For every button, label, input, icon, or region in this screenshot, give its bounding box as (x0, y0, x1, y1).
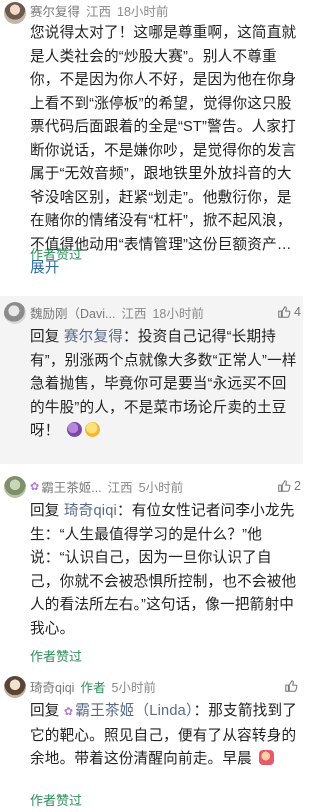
comment-time: 18小时前 (152, 306, 204, 321)
reply-prefix: 回复 (30, 329, 60, 345)
flower-icon: ✿ (30, 480, 40, 493)
emoji-icon (66, 422, 82, 437)
commenter-location: 江西 (107, 480, 133, 495)
emoji-icon (84, 422, 100, 437)
comment-time: 5小时前 (111, 680, 156, 695)
thumb-up-icon (285, 680, 298, 692)
author-liked-label: 作者赞过 (30, 649, 83, 664)
flower-icon: ✿ (63, 706, 74, 718)
comment-1: 赛尔复得 江西 18小时前 您说得太对了！这哪是尊重啊，这简直就是人类社会的“炒… (0, 0, 303, 276)
thumb-up-icon (278, 480, 291, 492)
comment-header: 琦奇qiqi 作者 5小时前 (30, 676, 299, 696)
comment-3: ✿ 霸王茶姬... 江西 5小时前 2 回复 琦奇qiqi：有位女性记者问李小龙… (0, 470, 303, 670)
reply-to-user[interactable]: 赛尔复得 (64, 329, 123, 345)
comment-text[interactable]: 回复 赛尔复得：投资自己记得“长期持有”，别涨两个点就像大多数“正常人”一样急着… (30, 326, 300, 444)
like-button[interactable]: 4 (277, 305, 301, 319)
emoji-icon (259, 750, 275, 765)
author-liked-label: 作者赞过 (30, 793, 83, 808)
comment-time: 5小时前 (138, 480, 184, 495)
reply-to-user-suffix: （Linda） (134, 703, 194, 719)
like-button[interactable]: 2 (277, 479, 301, 493)
comment-text[interactable]: 您说得太对了！这哪是尊重啊，这简直就是人类社会的“炒股大赛”。别人不尊重你，不是… (30, 22, 300, 281)
like-count: 4 (294, 305, 301, 319)
comment-text[interactable]: 回复 ✿ 霸王茶姬（Linda）：那支箭找到了它的靶心。照见自己，便有了从容转身的… (30, 700, 300, 772)
like-button[interactable] (284, 679, 301, 693)
thumb-up-icon (278, 306, 291, 318)
reply-prefix: 回复 (30, 703, 60, 719)
commenter-location: 江西 (86, 4, 112, 19)
comment-content: ：有位女性记者问李小龙先生：“人生最值得学习的是什么？”他说：“认识自己，因为一… (30, 503, 297, 637)
comment-text[interactable]: 回复 琦奇qiqi：有位女性记者问李小龙先生：“人生最值得学习的是什么？”他说：… (30, 500, 300, 641)
reply-prefix: 回复 (30, 503, 60, 519)
reply-to-user[interactable]: 琦奇qiqi (64, 503, 117, 519)
comment-time: 18小时前 (117, 4, 169, 19)
comment-header: 赛尔复得 江西 18小时前 (30, 0, 299, 20)
commenter-name[interactable]: 魏励刚（Davi... (30, 303, 115, 322)
commenter-name[interactable]: 琦奇qiqi (30, 677, 74, 696)
commenter-name[interactable]: 霸王茶姬... (41, 477, 101, 496)
like-count: 2 (294, 479, 301, 493)
author-liked-label: 作者赞过 (30, 247, 83, 262)
avatar[interactable] (4, 302, 26, 324)
commenter-name[interactable]: 赛尔复得 (30, 1, 80, 20)
comment-content: 您说得太对了！这哪是尊重啊，这简直就是人类社会的“炒股大赛”。别人不尊重你，不是… (30, 25, 297, 253)
comment-header: ✿ 霸王茶姬... 江西 5小时前 (30, 476, 299, 496)
author-badge: 作者 (80, 680, 106, 695)
comment-4: 琦奇qiqi 作者 5小时前 回复 ✿ 霸王茶姬（Linda）：那支箭找到了它的靶… (0, 670, 303, 812)
avatar[interactable] (4, 2, 26, 24)
commenter-location: 江西 (121, 306, 147, 321)
avatar[interactable] (4, 676, 26, 698)
avatar[interactable] (4, 476, 26, 498)
reply-to-user[interactable]: 霸王茶姬 (75, 703, 134, 719)
comment-header: 魏励刚（Davi... 江西 18小时前 (30, 302, 299, 322)
comment-2: 魏励刚（Davi... 江西 18小时前 4 回复 赛尔复得：投资自己记得“长期… (0, 296, 303, 464)
